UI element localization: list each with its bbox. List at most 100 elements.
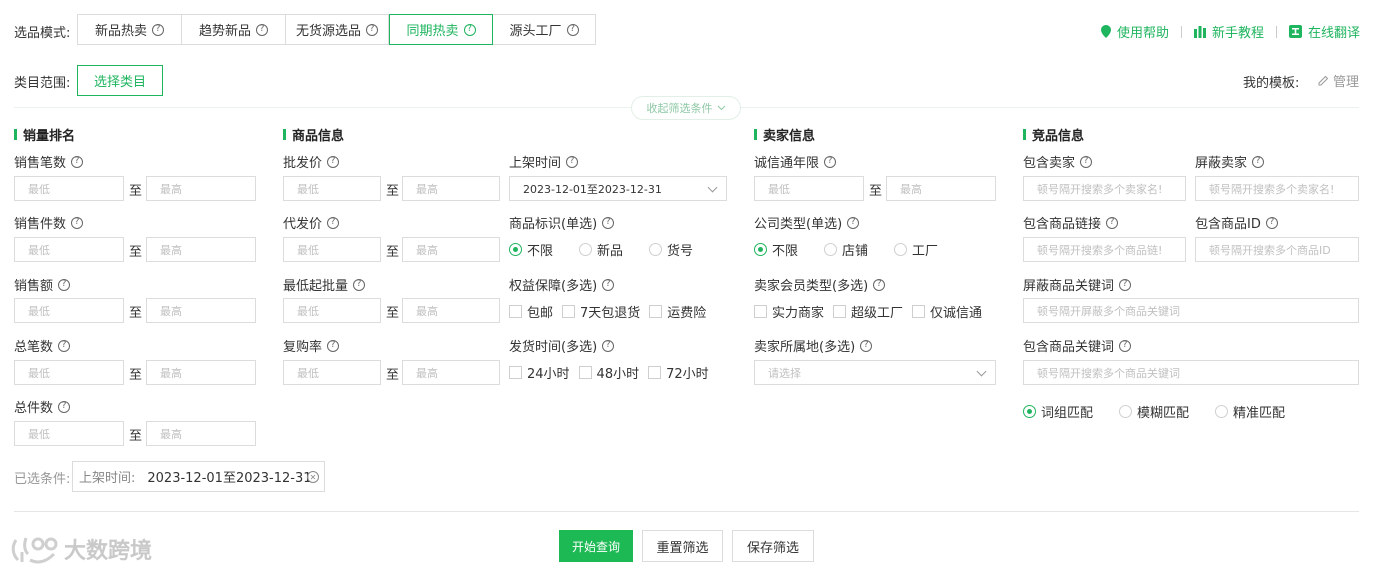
- radio-option-phrase[interactable]: 词组匹配: [1023, 402, 1093, 421]
- min-batch-max-input[interactable]: 最高: [402, 298, 500, 323]
- date-range-value: 2023-12-01至2023-12-31: [523, 182, 662, 196]
- translate-link[interactable]: 在线翻译: [1288, 22, 1360, 41]
- include-id-input[interactable]: 顿号隔开搜索多个商品ID: [1195, 237, 1359, 262]
- total-qty-label: 总件数?: [14, 397, 71, 416]
- cxt-years-max-input[interactable]: 最高: [886, 176, 996, 201]
- tab-new-hot[interactable]: 新品热卖?: [78, 15, 182, 44]
- tab-same-period-hot[interactable]: 同期热卖?: [389, 14, 493, 45]
- wholesale-price-min-input[interactable]: 最低: [283, 176, 381, 201]
- checkbox-shipping-insurance[interactable]: 运费险: [649, 302, 706, 321]
- include-keyword-input[interactable]: 顿号隔开搜索多个商品关键词: [1023, 360, 1359, 385]
- help-circle-icon[interactable]: ?: [860, 339, 873, 352]
- dropship-price-min-input[interactable]: 最低: [283, 237, 381, 262]
- checkbox-free-shipping[interactable]: 包邮: [509, 302, 553, 321]
- wholesale-price-max-input[interactable]: 最高: [402, 176, 500, 201]
- checkbox-7day-return[interactable]: 7天包退货: [562, 302, 640, 321]
- repurchase-rate-min-input[interactable]: 最低: [283, 360, 381, 385]
- help-circle-icon[interactable]: ?: [1252, 155, 1265, 168]
- checkbox-power-merchant[interactable]: 实力商家: [754, 302, 824, 321]
- help-circle-icon[interactable]: ?: [327, 216, 340, 229]
- checkbox-super-factory[interactable]: 超级工厂: [833, 302, 903, 321]
- select-placeholder: 请选择: [768, 366, 801, 380]
- help-circle-icon[interactable]: ?: [1119, 339, 1132, 352]
- list-time-date-range-picker[interactable]: 2023-12-01至2023-12-31: [509, 176, 727, 201]
- radio-option-unlimited[interactable]: 不限: [509, 240, 553, 259]
- mode-label: 选品模式:: [14, 26, 71, 41]
- select-category-button[interactable]: 选择类目: [77, 65, 163, 96]
- help-circle-icon[interactable]: ?: [58, 339, 71, 352]
- tab-trend-new[interactable]: 趋势新品?: [182, 15, 286, 44]
- checkbox-icon: [578, 366, 592, 379]
- tab-source-factory[interactable]: 源头工厂?: [493, 15, 595, 44]
- seller-region-select[interactable]: 请选择: [754, 360, 996, 385]
- help-circle-icon[interactable]: ?: [353, 278, 366, 291]
- start-search-button[interactable]: 开始查询: [559, 530, 633, 562]
- include-link-input[interactable]: 顿号隔开搜索多个商品链!: [1023, 237, 1186, 262]
- help-circle-icon[interactable]: ?: [566, 23, 579, 36]
- radio-option-factory[interactable]: 工厂: [894, 240, 938, 259]
- radio-option-exact[interactable]: 精准匹配: [1215, 402, 1285, 421]
- total-qty-max-input[interactable]: 最高: [146, 421, 256, 446]
- help-circle-icon[interactable]: ?: [327, 339, 340, 352]
- collapse-filters-button[interactable]: 收起筛选条件: [631, 96, 741, 120]
- include-id-label: 包含商品ID?: [1195, 213, 1278, 232]
- checkbox-label: 48小时: [596, 367, 640, 382]
- section-title-text: 商品信息: [292, 129, 345, 144]
- block-seller-input[interactable]: 顿号隔开搜索多个卖家名!: [1195, 176, 1359, 201]
- checkbox-72h[interactable]: 72小时: [648, 363, 709, 382]
- tab-no-stock[interactable]: 无货源选品?: [286, 15, 389, 44]
- help-circle-icon[interactable]: ?: [847, 216, 860, 229]
- help-circle-icon[interactable]: ?: [1119, 278, 1132, 291]
- sales-qty-max-input[interactable]: 最高: [146, 237, 256, 262]
- template-label: 我的模板:: [1243, 76, 1300, 91]
- sales-count-min-input[interactable]: 最低: [14, 176, 124, 201]
- total-qty-min-input[interactable]: 最低: [14, 421, 124, 446]
- radio-option-unlimited[interactable]: 不限: [754, 240, 798, 259]
- usage-help-link[interactable]: 使用帮助: [1100, 22, 1169, 41]
- reset-filters-button[interactable]: 重置筛选: [642, 530, 723, 562]
- help-circle-icon[interactable]: ?: [327, 155, 340, 168]
- help-circle-icon[interactable]: ?: [256, 23, 268, 36]
- sales-amount-min-input[interactable]: 最低: [14, 298, 124, 323]
- checkbox-48h[interactable]: 48小时: [578, 363, 640, 382]
- help-circle-icon[interactable]: ?: [824, 155, 837, 168]
- save-filters-button[interactable]: 保存筛选: [732, 530, 814, 562]
- include-seller-input[interactable]: 顿号隔开搜索多个卖家名!: [1023, 176, 1186, 201]
- checkbox-cxt-only[interactable]: 仅诚信通: [912, 302, 982, 321]
- help-circle-icon[interactable]: ?: [58, 400, 71, 413]
- help-circle-icon[interactable]: ?: [58, 278, 71, 291]
- sales-amount-max-input[interactable]: 最高: [146, 298, 256, 323]
- help-circle-icon[interactable]: ?: [602, 216, 615, 229]
- close-circle-icon[interactable]: ✕: [307, 471, 319, 483]
- radio-option-fuzzy[interactable]: 模糊匹配: [1119, 402, 1189, 421]
- help-circle-icon[interactable]: ?: [1265, 216, 1278, 229]
- min-batch-min-input[interactable]: 最低: [283, 298, 381, 323]
- match-mode-radio-group: 词组匹配 模糊匹配 精准匹配: [1023, 402, 1285, 421]
- help-circle-icon[interactable]: ?: [1106, 216, 1119, 229]
- help-circle-icon[interactable]: ?: [366, 23, 378, 36]
- manage-template-button[interactable]: 管理: [1318, 71, 1359, 90]
- help-circle-icon[interactable]: ?: [463, 23, 476, 36]
- help-circle-icon[interactable]: ?: [602, 339, 615, 352]
- repurchase-rate-max-input[interactable]: 最高: [402, 360, 500, 385]
- cxt-years-min-input[interactable]: 最低: [754, 176, 864, 201]
- sales-qty-min-input[interactable]: 最低: [14, 237, 124, 262]
- dropship-price-max-input[interactable]: 最高: [402, 237, 500, 262]
- tutorial-link[interactable]: 新手教程: [1193, 22, 1264, 41]
- include-link-label: 包含商品链接?: [1023, 213, 1119, 232]
- help-circle-icon[interactable]: ?: [71, 216, 84, 229]
- radio-option-new[interactable]: 新品: [579, 240, 623, 259]
- help-circle-icon[interactable]: ?: [1080, 155, 1093, 168]
- help-circle-icon[interactable]: ?: [873, 278, 886, 291]
- help-circle-icon[interactable]: ?: [602, 278, 615, 291]
- total-orders-min-input[interactable]: 最低: [14, 360, 124, 385]
- total-orders-max-input[interactable]: 最高: [146, 360, 256, 385]
- help-circle-icon[interactable]: ?: [566, 155, 579, 168]
- radio-option-store[interactable]: 店铺: [824, 240, 868, 259]
- sales-count-max-input[interactable]: 最高: [146, 176, 256, 201]
- block-keyword-input[interactable]: 顿号隔开屏蔽多个商品关键词: [1023, 298, 1359, 323]
- help-circle-icon[interactable]: ?: [152, 23, 164, 36]
- help-circle-icon[interactable]: ?: [71, 155, 84, 168]
- radio-option-sku[interactable]: 货号: [649, 240, 693, 259]
- checkbox-24h[interactable]: 24小时: [509, 363, 570, 382]
